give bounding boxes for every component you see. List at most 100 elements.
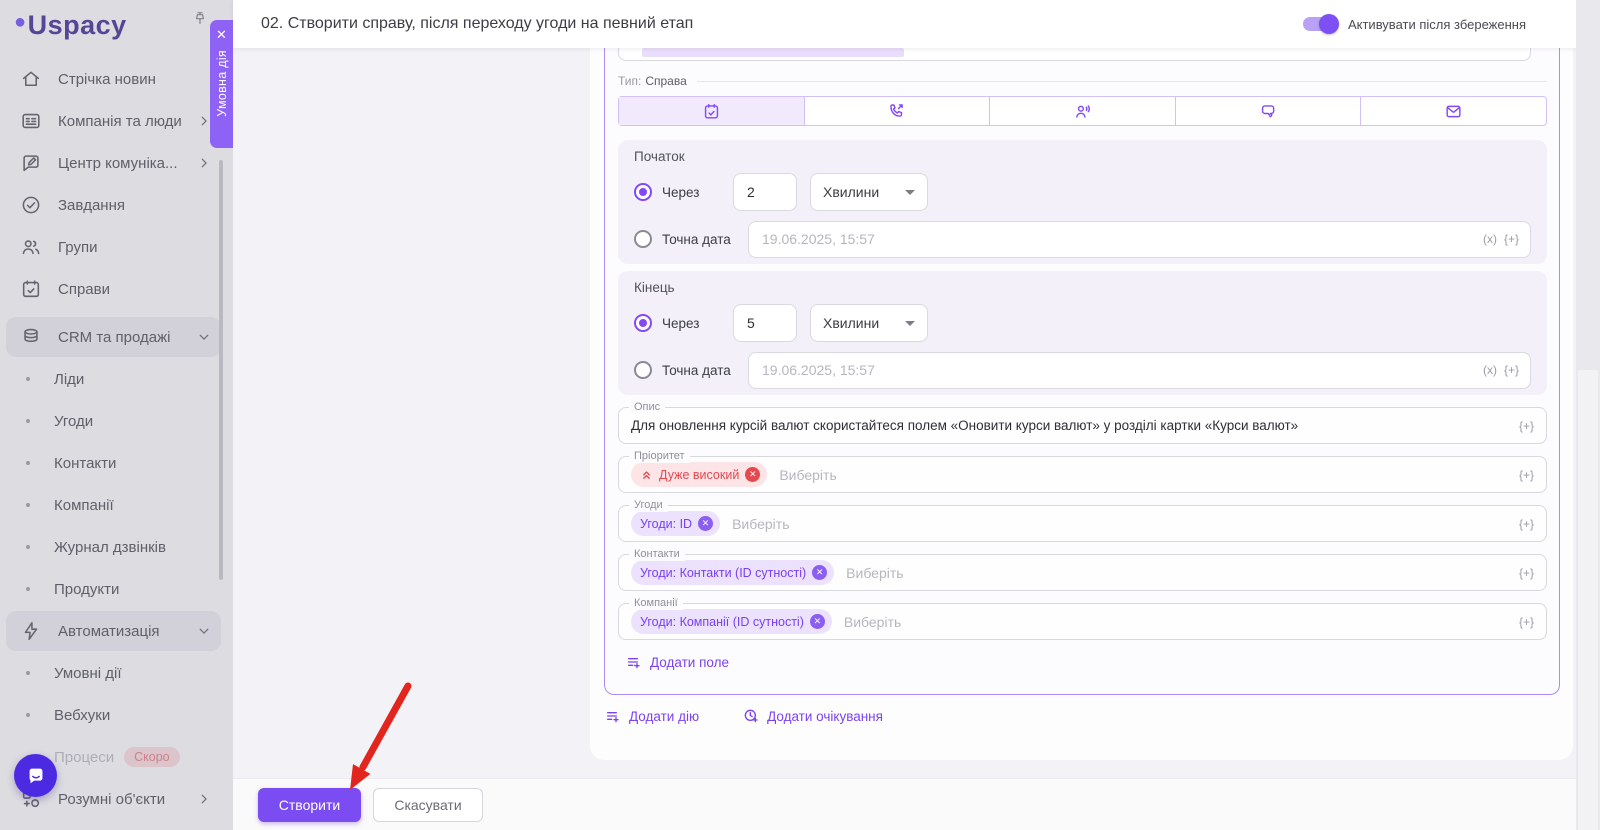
start-title: Початок	[634, 149, 685, 164]
token-plus[interactable]: {+}	[1519, 419, 1534, 433]
close-icon[interactable]: ✕	[216, 28, 227, 41]
caret-down-icon	[905, 189, 915, 195]
activate-toggle-label: Активувати після збереження	[1347, 16, 1526, 32]
cancel-button[interactable]: Скасувати	[373, 788, 483, 822]
people-icon	[22, 240, 40, 255]
calendar-check-icon	[22, 280, 40, 298]
chat-widget-button[interactable]	[14, 754, 57, 797]
end-title: Кінець	[634, 280, 675, 295]
token-plus[interactable]: {+}	[1519, 615, 1534, 629]
remove-chip-icon[interactable]: ✕	[745, 467, 761, 482]
token-x[interactable]: (x)	[1483, 363, 1497, 377]
activity-type-tabs	[618, 96, 1547, 126]
end-after-radio[interactable]	[634, 314, 652, 332]
token-plus[interactable]: {+}	[1504, 363, 1519, 377]
companies-label: Компанії	[629, 597, 683, 610]
contacts-placeholder: Виберіть	[846, 564, 904, 581]
clock-plus-icon	[744, 709, 758, 723]
title-input-partial[interactable]	[618, 48, 1531, 61]
sidebar-item-webhooks[interactable]: Вебхуки	[0, 694, 233, 736]
token-plus[interactable]: {+}	[1519, 517, 1534, 531]
companies-field[interactable]: Компанії Угоди: Компанії (ID сутності) ✕…	[618, 597, 1547, 640]
pin-sidebar-icon[interactable]	[192, 10, 208, 26]
tab-task[interactable]	[619, 97, 804, 125]
token-plus[interactable]: {+}	[1504, 232, 1519, 246]
tab-chat[interactable]	[1174, 97, 1361, 125]
chat-bubble-icon	[29, 768, 42, 783]
activate-toggle[interactable]	[1302, 14, 1339, 34]
token-plus[interactable]: {+}	[1519, 468, 1534, 482]
caret-down-icon	[905, 320, 915, 326]
uspacy-logo[interactable]: ●Uspacy	[14, 10, 127, 41]
sidebar-item-crm[interactable]: CRM та продажі	[0, 316, 233, 358]
page-scrollbar[interactable]	[1578, 370, 1598, 830]
remove-chip-icon[interactable]: ✕	[812, 565, 828, 580]
add-action-button[interactable]: Додати дію	[605, 708, 699, 724]
sidebar-item-tasks[interactable]: Завдання	[0, 184, 233, 226]
end-unit-select[interactable]: Хвилини	[810, 304, 928, 342]
sidebar-item-groups[interactable]: Групи	[0, 226, 233, 268]
sidebar-item-companies[interactable]: Компанії	[0, 484, 233, 526]
start-after-value-input[interactable]	[733, 173, 797, 211]
companies-chip: Угоди: Компанії (ID сутності) ✕	[631, 609, 832, 634]
tab-email[interactable]	[1360, 97, 1546, 125]
start-exact-label: Точна дата	[662, 231, 731, 247]
conditional-action-overlay-tab[interactable]: ✕ Умовна дія	[210, 20, 233, 148]
bullet-icon	[26, 503, 30, 507]
end-exact-label: Точна дата	[662, 362, 731, 378]
sidebar-item-conditional-actions[interactable]: Умовні дії	[0, 652, 233, 694]
chevron-right-icon	[201, 116, 207, 126]
action-card: Тип: Справа Початок Через 2 Хвилини Точн…	[604, 48, 1560, 695]
bullet-icon	[26, 377, 30, 381]
sidebar-item-communication-center[interactable]: Центр комуніка...	[0, 142, 233, 184]
sidebar-item-leads[interactable]: Ліди	[0, 358, 233, 400]
end-date-field: (x) {+}	[748, 351, 1531, 389]
bullet-icon	[26, 545, 30, 549]
action-panel: Тип: Справа Початок Через 2 Хвилини Точн…	[590, 48, 1573, 760]
automation-modal: 02. Створити справу, після переходу угод…	[233, 0, 1576, 830]
toggle-knob	[1318, 14, 1339, 34]
contacts-field[interactable]: Контакти Угоди: Контакти (ID сутності) ✕…	[618, 548, 1547, 591]
description-field[interactable]: Опис Для оновлення курсій валют скориста…	[618, 401, 1547, 444]
start-unit-select[interactable]: Хвилини	[810, 173, 928, 211]
create-button[interactable]: Створити	[258, 788, 361, 822]
sidebar-item-activities[interactable]: Справи	[0, 268, 233, 310]
sidebar-item-contacts[interactable]: Контакти	[0, 442, 233, 484]
description-label: Опис	[629, 401, 666, 414]
chat-icon	[1261, 104, 1274, 117]
end-after-value-input[interactable]	[733, 304, 797, 342]
add-wait-button[interactable]: Додати очікування	[743, 708, 883, 724]
start-exact-row: Точна дата (x) {+}	[634, 220, 1531, 258]
token-x[interactable]: (x)	[1483, 232, 1497, 246]
sidebar-item-products[interactable]: Продукти	[0, 568, 233, 610]
list-plus-icon	[607, 712, 619, 723]
remove-chip-icon[interactable]: ✕	[698, 516, 714, 531]
sidebar-item-deals[interactable]: Угоди	[0, 400, 233, 442]
sidebar-item-call-log[interactable]: Журнал дзвінків	[0, 526, 233, 568]
action-links-row: Додати дію Додати очікування	[605, 708, 883, 724]
remove-chip-icon[interactable]: ✕	[809, 614, 825, 629]
mail-icon	[1446, 105, 1461, 117]
deals-field[interactable]: Угоди Угоди: ID ✕ Виберіть {+}	[618, 499, 1547, 542]
priority-placeholder: Виберіть	[779, 466, 837, 483]
sidebar-scrollbar[interactable]	[219, 160, 223, 580]
tab-meeting[interactable]	[989, 97, 1175, 125]
sidebar-item-automation[interactable]: Автоматизація	[0, 610, 233, 652]
tab-call[interactable]	[803, 97, 990, 125]
add-field-button[interactable]: Додати поле	[626, 654, 729, 670]
type-field: Тип: Справа	[618, 74, 1547, 88]
start-exact-radio[interactable]	[634, 230, 652, 248]
bullet-icon	[26, 587, 30, 591]
start-after-radio[interactable]	[634, 183, 652, 201]
end-date-input[interactable]	[748, 351, 1531, 389]
end-exact-radio[interactable]	[634, 361, 652, 379]
sidebar-item-newsfeed[interactable]: Стрічка новин	[0, 58, 233, 100]
token-plus[interactable]: {+}	[1519, 566, 1534, 580]
title-selection-highlight	[642, 48, 904, 57]
start-section: Початок Через Хвилини Точна дата	[618, 140, 1547, 264]
sidebar-item-company-people[interactable]: Компанія та люди	[0, 100, 233, 142]
call-icon	[890, 103, 904, 117]
priority-field[interactable]: Пріоритет Дуже високий ✕ Виберіть {+}	[618, 450, 1547, 493]
end-after-row: Через Хвилини	[634, 304, 1531, 342]
start-date-input[interactable]	[748, 220, 1531, 258]
